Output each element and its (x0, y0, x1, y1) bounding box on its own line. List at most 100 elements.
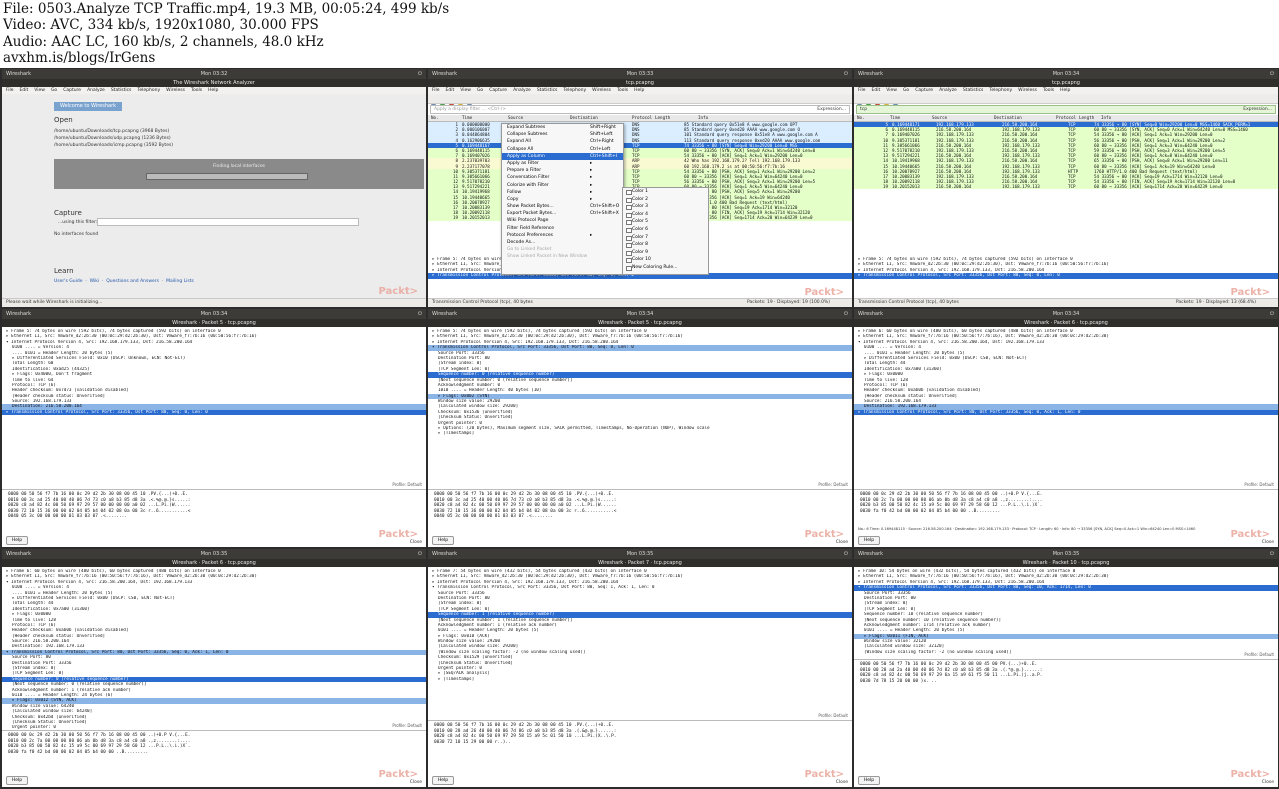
context-menu-item[interactable]: Copy ▸ (502, 196, 623, 203)
menu-statistics[interactable]: Statistics (537, 88, 558, 93)
col-source[interactable]: Source (508, 115, 523, 121)
link-mailing[interactable]: Mailing Lists (166, 279, 194, 284)
menu-go[interactable]: Go (477, 88, 483, 93)
power-icon[interactable]: ⏻ (1270, 549, 1274, 559)
color-rule-item[interactable]: Color 4 (623, 211, 708, 219)
color-rule-item[interactable]: Color 3 (623, 203, 708, 211)
menu-view[interactable]: View (34, 88, 45, 93)
menu-capture[interactable]: Capture (915, 88, 933, 93)
close-button[interactable]: Close (1262, 540, 1274, 545)
power-icon[interactable]: ⏻ (1270, 69, 1274, 79)
menu-file[interactable]: File (6, 88, 14, 93)
close-button[interactable]: Close (836, 540, 848, 545)
menu-help[interactable]: Help (208, 88, 218, 93)
hex-line[interactable] (428, 745, 852, 751)
help-button[interactable]: Help (6, 536, 28, 545)
menu-tools[interactable]: Tools (191, 88, 202, 93)
context-menu-item[interactable]: Protocol Preferences ▸ (502, 232, 623, 239)
color-rule-item[interactable]: Color 5 (623, 218, 708, 226)
context-menu-item[interactable]: Conversation Filter ▸ (502, 174, 623, 181)
help-button[interactable]: Help (858, 536, 880, 545)
menu-edit[interactable]: Edit (20, 88, 29, 93)
context-menu-item[interactable]: Collapse All Ctrl+Left (502, 146, 623, 153)
col-protocol[interactable]: Protocol (632, 115, 652, 121)
tree-item[interactable]: ▸ Transmission Control Protocol, Src Por… (854, 273, 1278, 279)
menu-tools[interactable]: Tools (1043, 88, 1054, 93)
power-icon[interactable]: ⏻ (1270, 309, 1274, 319)
col-length[interactable]: Length (1079, 115, 1094, 121)
color-rule-item[interactable]: Color 10 (623, 256, 708, 264)
color-rule-item[interactable]: Color 6 (623, 226, 708, 234)
expression-button[interactable]: Expression... (817, 106, 846, 113)
menu-capture[interactable]: Capture (489, 88, 507, 93)
color-rule-item[interactable]: Color 8 (623, 241, 708, 249)
col-no[interactable]: No. (431, 115, 439, 121)
link-users-guide[interactable]: User's Guide (54, 279, 82, 284)
close-button[interactable]: Close (410, 780, 422, 785)
col-source[interactable]: Source (932, 115, 947, 121)
power-icon[interactable]: ⏻ (844, 69, 848, 79)
expression-button[interactable]: Expression... (1243, 106, 1272, 113)
link-qa[interactable]: Questions and Answers (106, 279, 159, 284)
menu-telephony[interactable]: Telephony (137, 88, 160, 93)
menu-wireless[interactable]: Wireless (1018, 88, 1037, 93)
power-icon[interactable]: ⏻ (844, 549, 848, 559)
context-menu-item[interactable]: Follow ▸ (502, 189, 623, 196)
col-length[interactable]: Length (655, 115, 670, 121)
menu-telephony[interactable]: Telephony (989, 88, 1012, 93)
context-menu-item[interactable]: Expand All Ctrl+Right (502, 138, 623, 145)
power-icon[interactable]: ⏻ (418, 549, 422, 559)
col-info[interactable]: Info (1101, 115, 1111, 121)
col-protocol[interactable]: Protocol (1056, 115, 1076, 121)
recent-file[interactable]: /home/ubuntu/Downloads/icmp.pcapng (3592… (54, 142, 173, 149)
menu-help[interactable]: Help (634, 88, 644, 93)
hex-line[interactable]: 0030 7d 78 15 20 00 00 }x. .. (854, 679, 1278, 685)
tree-item[interactable]: ▸ [Timestamps] (428, 431, 852, 436)
color-rule-item[interactable]: New Coloring Rule... (623, 264, 708, 272)
menu-file[interactable]: File (432, 88, 440, 93)
close-button[interactable]: Close (836, 780, 848, 785)
col-destination[interactable]: Destination (570, 115, 598, 121)
close-button[interactable]: Close (410, 540, 422, 545)
menu-analyze[interactable]: Analyze (87, 88, 105, 93)
hex-line[interactable]: 0030 fa f0 42 bd 00 00 02 04 05 b4 00 00… (2, 750, 426, 756)
hex-line[interactable]: 0040 05 3c 00 00 00 00 01 03 03 07 .<...… (428, 514, 852, 520)
menu-go[interactable]: Go (51, 88, 57, 93)
menu-help[interactable]: Help (1060, 88, 1070, 93)
col-destination[interactable]: Destination (994, 115, 1022, 121)
tree-item[interactable]: ▸ Transmission Control Protocol, Src Por… (854, 409, 1278, 416)
menu-view[interactable]: View (460, 88, 471, 93)
help-button[interactable]: Help (6, 776, 28, 785)
menu-analyze[interactable]: Analyze (939, 88, 957, 93)
context-menu-item[interactable]: Prepare a Filter ▸ (502, 167, 623, 174)
menu-telephony[interactable]: Telephony (563, 88, 586, 93)
power-icon[interactable]: ⏻ (418, 69, 422, 79)
menu-file[interactable]: File (858, 88, 866, 93)
context-menu-item[interactable]: Collapse Subtrees Shift+Left (502, 131, 623, 138)
color-rule-item[interactable]: Color 7 (623, 234, 708, 242)
col-no[interactable]: No. (857, 115, 865, 121)
context-menu-item[interactable]: Apply as Filter ▸ (502, 160, 623, 167)
context-menu-item[interactable]: Decode As... (502, 239, 623, 246)
col-time[interactable]: Time (462, 115, 472, 121)
menu-wireless[interactable]: Wireless (592, 88, 611, 93)
tree-item[interactable]: [Window size scaling factor: -2 (no wind… (854, 650, 1278, 655)
menu-wireless[interactable]: Wireless (166, 88, 185, 93)
help-button[interactable]: Help (858, 776, 880, 785)
context-menu-item[interactable]: Show Packet Bytes... Ctrl+Shift+O (502, 203, 623, 210)
help-button[interactable]: Help (432, 776, 454, 785)
recent-file[interactable]: /home/ubuntu/Downloads/udp.pcapng (1236 … (54, 135, 173, 142)
menu-tools[interactable]: Tools (617, 88, 628, 93)
menu-view[interactable]: View (886, 88, 897, 93)
capture-filter-input[interactable] (97, 218, 359, 226)
tree-item[interactable]: ▸ Transmission Control Protocol, Src Por… (2, 409, 426, 416)
help-button[interactable]: Help (432, 536, 454, 545)
context-menu-item[interactable]: Expand Subtrees Shift+Right (502, 124, 623, 131)
link-wiki[interactable]: Wiki (90, 279, 99, 284)
color-rule-item[interactable]: Color 9 (623, 249, 708, 257)
display-filter-input[interactable]: tcp Expression... (856, 105, 1276, 114)
hex-line[interactable]: 0030 fa f0 42 bd 00 00 02 04 05 b4 00 00… (854, 509, 1278, 515)
menu-analyze[interactable]: Analyze (513, 88, 531, 93)
welcome-button[interactable]: Welcome to Wireshark (54, 102, 122, 111)
tree-item[interactable]: ▸ [Timestamps] (428, 677, 852, 682)
